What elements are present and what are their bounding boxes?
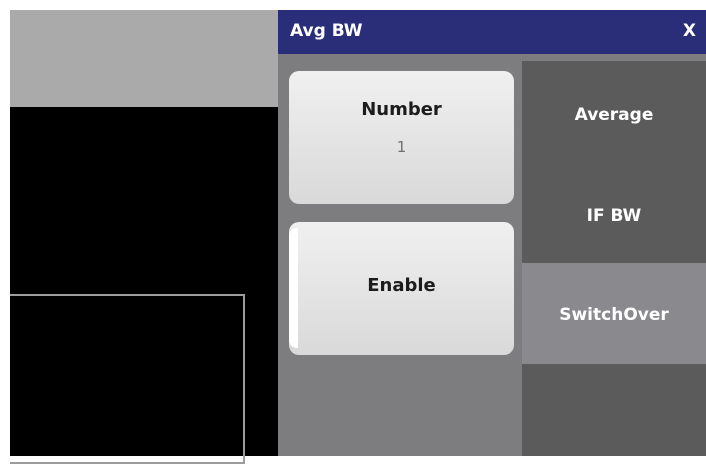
- number-softkey[interactable]: Number 1: [289, 71, 514, 204]
- number-softkey-label: Number: [361, 99, 442, 120]
- tab-average[interactable]: Average: [522, 61, 706, 161]
- enable-softkey[interactable]: Enable: [289, 222, 514, 355]
- tab-if-bw-label: IF BW: [586, 206, 642, 226]
- dialog-body: Number 1 Enable Average IF BW SwitchOver: [278, 54, 706, 456]
- enable-softkey-label: Enable: [367, 275, 436, 296]
- avg-bw-dialog: Avg BW X Number 1 Enable Average IF BW S…: [278, 10, 706, 456]
- dialog-titlebar: Avg BW X: [278, 10, 706, 54]
- enable-indicator: [289, 228, 298, 348]
- number-softkey-value: 1: [396, 138, 407, 156]
- menu-tabs: Average IF BW SwitchOver: [522, 54, 706, 456]
- tab-switchover-label: SwitchOver: [559, 305, 669, 325]
- close-button[interactable]: X: [683, 21, 696, 41]
- tab-switchover[interactable]: SwitchOver: [522, 263, 706, 364]
- tab-if-bw[interactable]: IF BW: [522, 161, 706, 263]
- tab-empty: [522, 364, 706, 456]
- tab-average-label: Average: [574, 105, 654, 125]
- dialog-title: Avg BW: [290, 21, 363, 41]
- trace-window-frame: [10, 294, 245, 464]
